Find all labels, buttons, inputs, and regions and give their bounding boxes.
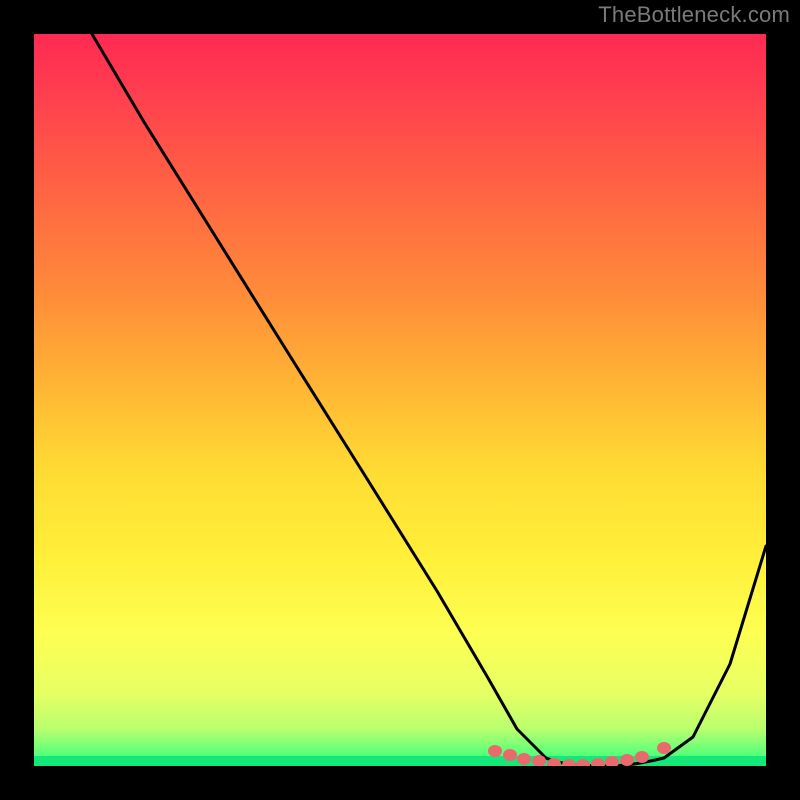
plot-area	[34, 34, 766, 766]
bottleneck-curve	[92, 34, 766, 766]
highlight-dots	[488, 742, 671, 766]
chart-frame: TheBottleneck.com	[0, 0, 800, 800]
highlight-dot	[591, 758, 605, 766]
highlight-dot	[620, 754, 634, 766]
highlight-dot	[635, 751, 649, 763]
curve-layer	[34, 34, 766, 766]
highlight-dot	[517, 753, 531, 765]
highlight-dot	[576, 759, 590, 766]
highlight-dot	[605, 756, 619, 766]
watermark-text: TheBottleneck.com	[598, 2, 790, 28]
highlight-dot	[503, 749, 517, 761]
highlight-dot	[657, 742, 671, 754]
highlight-dot	[562, 759, 576, 766]
highlight-dot	[488, 745, 502, 757]
